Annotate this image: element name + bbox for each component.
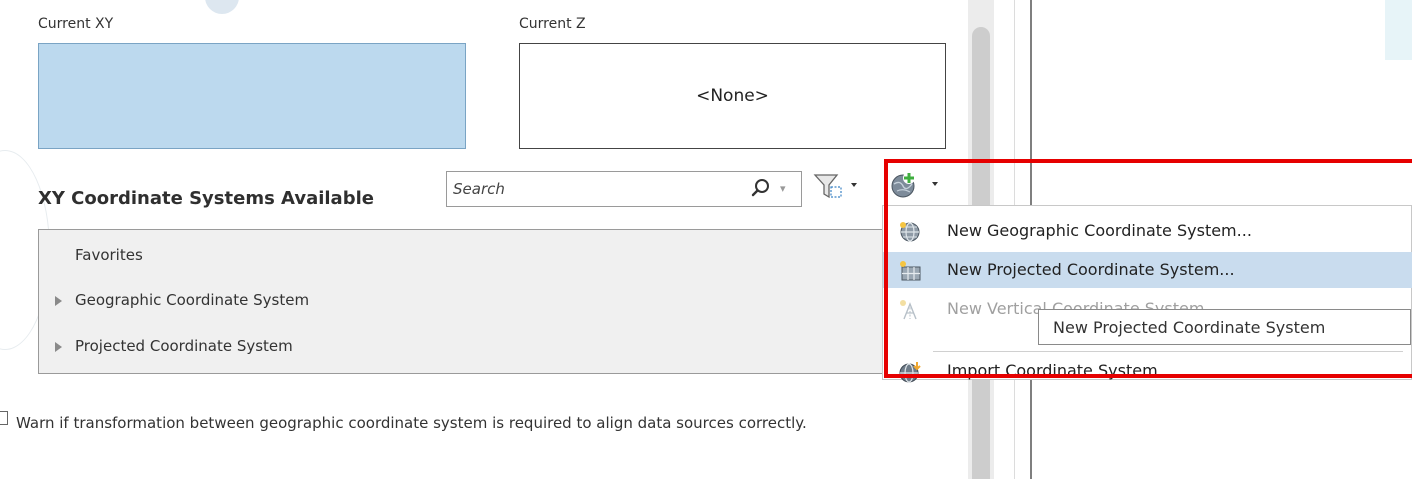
search-box[interactable] [446, 171, 802, 207]
coordinate-systems-tree[interactable]: Favorites Geographic Coordinate System P… [38, 229, 946, 374]
add-coordinate-system-button[interactable] [888, 170, 946, 200]
background-map-decoration [205, 0, 239, 14]
filter-icon [813, 174, 857, 199]
tree-item-geographic[interactable]: Geographic Coordinate System [75, 291, 309, 309]
current-z-value: <None> [696, 86, 769, 106]
menu-item-label: Import Coordinate System... [947, 361, 1173, 380]
tree-item-projected[interactable]: Projected Coordinate System [75, 337, 293, 355]
search-options-chevron-icon[interactable]: ▾ [780, 182, 786, 195]
vertical-icon [900, 300, 917, 320]
menu-separator [933, 351, 1403, 352]
available-systems-title: XY Coordinate Systems Available [38, 188, 374, 209]
geographic-globe-icon [900, 222, 920, 242]
tree-item-label: Favorites [75, 246, 143, 264]
warn-transformation-label: Warn if transformation between geographi… [16, 414, 807, 432]
tree-item-label: Projected Coordinate System [75, 337, 293, 355]
globe-add-icon [891, 172, 938, 198]
menu-item-new-geographic[interactable]: New Geographic Coordinate System... [883, 213, 1412, 249]
expand-triangle-icon[interactable] [55, 342, 62, 352]
filter-button[interactable] [813, 171, 863, 201]
expand-triangle-icon[interactable] [55, 296, 62, 306]
search-icon[interactable] [750, 177, 772, 199]
background-map-decoration [1385, 0, 1412, 60]
menu-item-label: New Projected Coordinate System... [947, 260, 1235, 279]
search-input[interactable] [453, 176, 733, 202]
current-xy-box[interactable] [38, 43, 466, 149]
menu-item-label: New Geographic Coordinate System... [947, 221, 1252, 240]
warn-transformation-checkbox[interactable] [0, 411, 8, 425]
tooltip-text: New Projected Coordinate System [1053, 317, 1326, 337]
current-z-label: Current Z [519, 16, 586, 32]
projected-grid-icon [900, 261, 921, 281]
tree-item-favorites[interactable]: Favorites [75, 246, 143, 264]
current-z-box[interactable]: <None> [519, 43, 946, 149]
tooltip: New Projected Coordinate System [1038, 309, 1411, 345]
tree-item-label: Geographic Coordinate System [75, 291, 310, 309]
new-coordinate-system-menu: New Geographic Coordinate System... New … [882, 205, 1412, 383]
menu-item-import[interactable]: Import Coordinate System... [883, 353, 1412, 389]
current-xy-label: Current XY [38, 16, 114, 32]
import-globe-icon [899, 362, 921, 383]
menu-item-new-projected[interactable]: New Projected Coordinate System... [883, 252, 1412, 288]
